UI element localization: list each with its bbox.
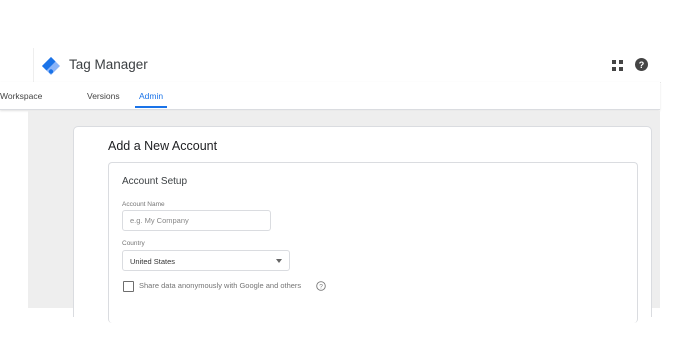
country-select[interactable]: United States xyxy=(122,250,290,271)
account-name-input[interactable] xyxy=(122,210,271,231)
active-tab-indicator xyxy=(135,106,167,108)
add-account-card: Add a New Account Account Setup Account … xyxy=(73,126,652,323)
help-circle-icon[interactable]: ? xyxy=(316,281,326,291)
country-selected-value: United States xyxy=(130,257,176,266)
account-setup-section: Account Setup Account Name Country Unite… xyxy=(108,162,638,323)
app-title: Tag Manager xyxy=(69,57,148,72)
nav-tabs: Workspace Versions Admin xyxy=(0,82,660,110)
tab-admin[interactable]: Admin xyxy=(139,91,163,101)
share-data-checkbox[interactable] xyxy=(123,281,134,292)
account-name-label: Account Name xyxy=(122,201,165,208)
share-data-label[interactable]: Share data anonymously with Google and o… xyxy=(139,281,301,290)
section-title: Account Setup xyxy=(122,176,188,187)
country-label: Country xyxy=(122,240,145,247)
help-icon[interactable]: ? xyxy=(635,58,648,71)
tab-workspace[interactable]: Workspace xyxy=(0,91,42,101)
caret-down-icon xyxy=(276,259,282,263)
tab-versions[interactable]: Versions xyxy=(87,91,120,101)
app-header: Tag Manager ? xyxy=(33,48,661,83)
svg-text:?: ? xyxy=(639,60,645,70)
page-title: Add a New Account xyxy=(108,139,218,153)
svg-text:?: ? xyxy=(319,283,323,290)
tag-manager-logo-icon[interactable] xyxy=(42,57,60,75)
apps-grid-icon[interactable] xyxy=(612,60,623,71)
